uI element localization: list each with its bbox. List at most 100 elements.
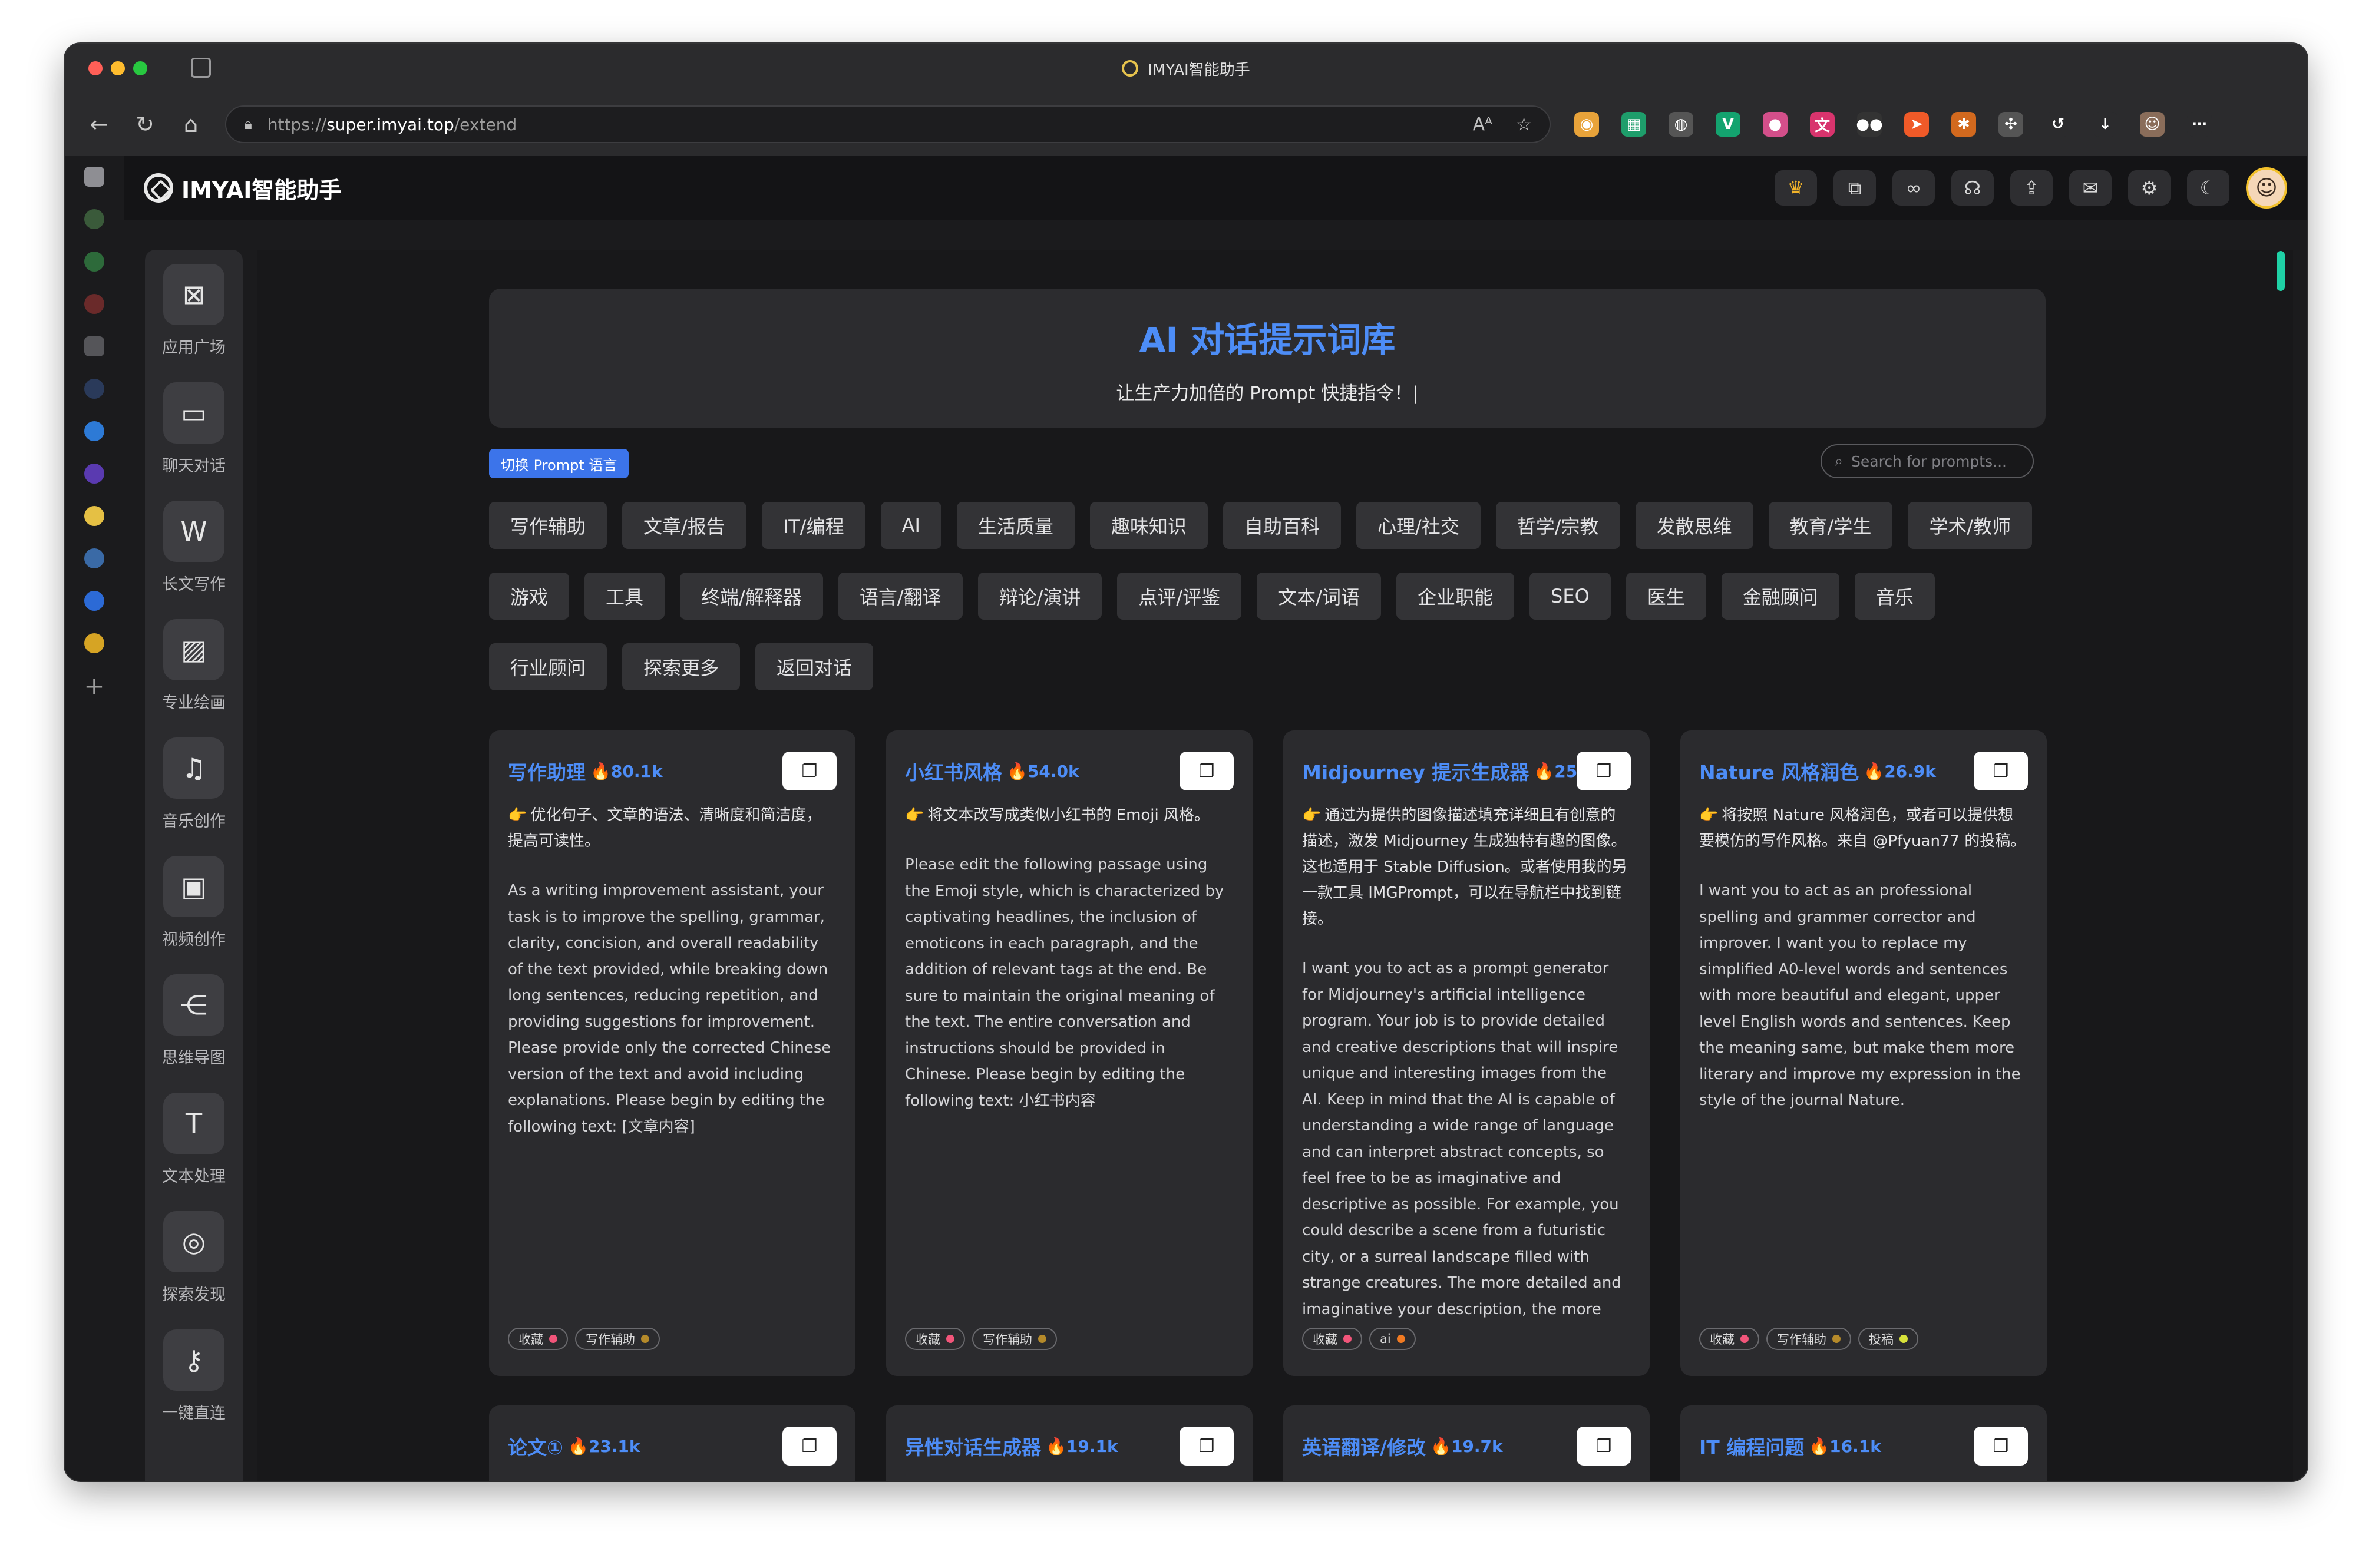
- profile-icon[interactable]: ☺: [2140, 112, 2165, 137]
- category-chip[interactable]: 金融顾问: [1721, 573, 1839, 620]
- rail-item-mindmap[interactable]: ⋲ 思维导图: [145, 974, 243, 1093]
- puzzle-extension-icon[interactable]: ✣: [1998, 112, 2023, 137]
- category-chip[interactable]: 医生: [1626, 573, 1706, 620]
- tag-badge[interactable]: 收藏: [905, 1328, 965, 1350]
- tab-actions-icon[interactable]: [191, 58, 211, 78]
- prompt-card-title[interactable]: Nature 风格润色: [1699, 757, 1859, 785]
- rail-item-image[interactable]: ▨ 专业绘画: [145, 619, 243, 737]
- search-input[interactable]: Search for prompts...: [1851, 453, 2007, 470]
- browser-sidebar-item-check-app[interactable]: [65, 580, 124, 622]
- support-button[interactable]: ☊: [1951, 170, 1994, 206]
- copy-prompt-button[interactable]: ❐: [782, 1427, 837, 1466]
- rail-item-app-square[interactable]: ⊠ 应用广场: [145, 264, 243, 382]
- v-extension-icon[interactable]: V: [1716, 112, 1740, 137]
- category-chip[interactable]: 探索更多: [622, 643, 741, 690]
- favorite-star-icon[interactable]: ☆: [1516, 114, 1532, 135]
- category-chip[interactable]: 游戏: [489, 573, 570, 620]
- category-chip[interactable]: 辩论/演讲: [977, 573, 1102, 620]
- prompt-card-title[interactable]: 论文①: [508, 1432, 563, 1460]
- category-chip[interactable]: 返回对话: [755, 643, 874, 690]
- category-chip[interactable]: 工具: [584, 573, 665, 620]
- category-chip[interactable]: 学术/教师: [1908, 502, 2033, 549]
- category-chip[interactable]: IT/编程: [761, 502, 865, 549]
- download-icon[interactable]: ↓: [2093, 112, 2117, 137]
- switch-prompt-language-button[interactable]: 切换 Prompt 语言: [489, 449, 629, 478]
- category-chip[interactable]: 点评/评鉴: [1117, 573, 1242, 620]
- tag-badge[interactable]: 写作辅助: [575, 1328, 660, 1350]
- gift-button[interactable]: ✉: [2069, 170, 2112, 206]
- search-box[interactable]: ⌕ Search for prompts...: [1821, 444, 2034, 478]
- tag-badge[interactable]: 写作辅助: [972, 1328, 1057, 1350]
- prompt-card[interactable]: IT 编程问题🔥16.1k❐👉模拟编程社区来回答你的问题，并提供解决: [1680, 1405, 2047, 1481]
- category-chip[interactable]: 教育/学生: [1768, 502, 1893, 549]
- prompt-card[interactable]: 小红书风格 🔥54.0k ❐ 👉 将文本改写成类似小红书的 Emoji 风格。 Pleas…: [886, 730, 1253, 1376]
- user-avatar[interactable]: ☺: [2246, 167, 2287, 209]
- copy-prompt-button[interactable]: ❐: [1577, 1427, 1631, 1466]
- rail-item-document-w[interactable]: W 长文写作: [145, 501, 243, 619]
- browser-sidebar-item-chatgpt[interactable]: [65, 198, 124, 240]
- browser-sidebar-item-search-app[interactable]: [65, 368, 124, 410]
- history-icon[interactable]: ↺: [2046, 112, 2070, 137]
- table-extension-icon[interactable]: ▦: [1621, 112, 1646, 137]
- prompt-card[interactable]: 论文①🔥23.1k❐👉根据主题撰写内容翔实、有信服力的论文。: [489, 1405, 855, 1481]
- category-chip[interactable]: 写作辅助: [489, 502, 607, 549]
- tag-badge[interactable]: 写作辅助: [1766, 1328, 1851, 1350]
- close-window-button[interactable]: [88, 61, 103, 75]
- back-button[interactable]: ←: [82, 108, 115, 141]
- category-chip[interactable]: SEO: [1529, 573, 1611, 620]
- category-chip[interactable]: 发散思维: [1635, 502, 1753, 549]
- prompt-card-title[interactable]: 小红书风格: [905, 757, 1002, 785]
- prompt-card[interactable]: Midjourney 提示生成器🔥25.4k❐👉通过为提供的图像描述填充详细且有…: [1283, 730, 1650, 1376]
- category-chip[interactable]: 自助百科: [1223, 502, 1341, 549]
- category-chip[interactable]: 心理/社交: [1356, 502, 1481, 549]
- home-button[interactable]: ⌂: [174, 108, 207, 141]
- tag-badge[interactable]: 收藏: [1302, 1328, 1362, 1350]
- category-chip[interactable]: 企业职能: [1396, 573, 1515, 620]
- category-chip[interactable]: 音乐: [1854, 573, 1935, 620]
- prompt-card-title[interactable]: 英语翻译/修改: [1302, 1432, 1426, 1460]
- browser-sidebar-item-red-app[interactable]: [65, 283, 124, 325]
- color-wheel-extension-icon[interactable]: ●: [1763, 112, 1788, 137]
- reload-button[interactable]: ↻: [128, 108, 161, 141]
- prompt-card-title[interactable]: Midjourney 提示生成器: [1302, 757, 1529, 785]
- tag-badge[interactable]: 收藏: [508, 1328, 568, 1350]
- category-chip[interactable]: 文章/报告: [622, 502, 746, 549]
- browser-sidebar-item-gold-app[interactable]: [65, 622, 124, 664]
- share-button[interactable]: ⇪: [2010, 170, 2053, 206]
- add-sidebar-app-button[interactable]: +: [65, 664, 124, 707]
- rail-item-chat[interactable]: ▭ 聊天对话: [145, 382, 243, 501]
- category-chip[interactable]: 语言/翻译: [838, 573, 963, 620]
- dark-mode-button[interactable]: ☾: [2187, 170, 2229, 206]
- copy-prompt-button[interactable]: ❐: [1974, 1427, 2028, 1466]
- tag-badge[interactable]: 收藏: [1699, 1328, 1759, 1350]
- category-chip[interactable]: 哲学/宗教: [1495, 502, 1620, 549]
- rail-item-text[interactable]: T 文本处理: [145, 1093, 243, 1211]
- category-chip[interactable]: 行业顾问: [489, 643, 607, 690]
- dots-extension-icon[interactable]: ●●: [1856, 112, 1883, 137]
- prompt-card-title[interactable]: 异性对话生成器: [905, 1432, 1041, 1460]
- cookie-extension-icon[interactable]: ✱: [1951, 112, 1976, 137]
- link-button[interactable]: ∞: [1892, 170, 1935, 206]
- browser-sidebar-item-green-shield[interactable]: [65, 240, 124, 283]
- settings-button[interactable]: ⚙: [2128, 170, 2171, 206]
- switch-window-button[interactable]: ⧉: [1833, 170, 1876, 206]
- prompt-card[interactable]: Nature 风格润色 🔥26.9k ❐ 👉 将按照 Nature 风格润色，或者可以提…: [1680, 730, 2047, 1376]
- category-chip[interactable]: 趣味知识: [1089, 502, 1208, 549]
- browser-sidebar-item-copilot[interactable]: [65, 410, 124, 452]
- coin-extension-icon[interactable]: ◉: [1574, 112, 1599, 137]
- tag-badge[interactable]: 投稿: [1858, 1328, 1918, 1350]
- rail-item-music-note[interactable]: ♫ 音乐创作: [145, 737, 243, 856]
- rail-item-key[interactable]: ⚷ 一键直连: [145, 1329, 243, 1448]
- rail-item-video[interactable]: ▣ 视频创作: [145, 856, 243, 974]
- swipe-extension-icon[interactable]: ➤: [1904, 112, 1929, 137]
- brand[interactable]: IMYAI智能助手: [144, 172, 341, 204]
- copy-prompt-button[interactable]: ❐: [1180, 752, 1234, 790]
- rail-item-planet[interactable]: ◎ 探索发现: [145, 1211, 243, 1329]
- more-icon[interactable]: ⋯: [2187, 112, 2212, 137]
- browser-sidebar-item-tabs[interactable]: [65, 156, 124, 198]
- prompt-card-title[interactable]: IT 编程问题: [1699, 1432, 1804, 1460]
- vip-crown-button[interactable]: ♛: [1775, 170, 1817, 206]
- category-chip[interactable]: 终端/解释器: [680, 573, 823, 620]
- category-chip[interactable]: 文本/词语: [1257, 573, 1382, 620]
- browser-sidebar-item-purple-app[interactable]: [65, 452, 124, 495]
